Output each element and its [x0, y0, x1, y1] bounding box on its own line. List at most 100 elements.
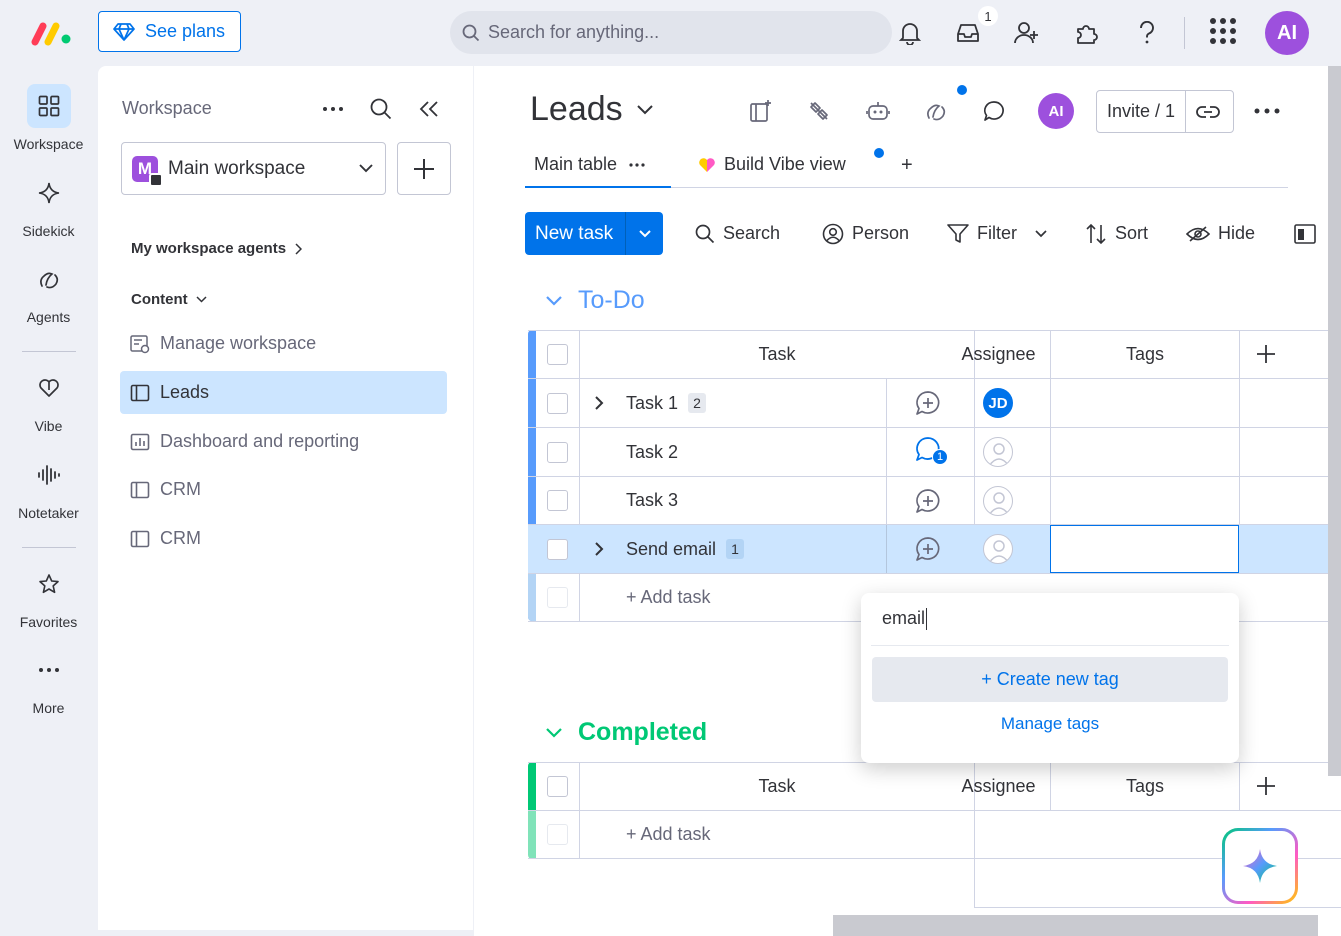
more-dots-icon[interactable]	[322, 106, 344, 112]
select-all-checkbox[interactable]	[547, 762, 568, 810]
row-checkbox[interactable]	[547, 525, 568, 573]
horizontal-scrollbar[interactable]	[833, 915, 1318, 936]
row-checkbox[interactable]	[547, 428, 568, 476]
rail-more[interactable]: More	[0, 648, 97, 716]
integrations-icon[interactable]	[804, 96, 834, 126]
help-icon[interactable]	[1132, 18, 1162, 48]
sidebar-item-crm[interactable]: CRM	[120, 468, 447, 511]
rail-workspace[interactable]: Workspace	[0, 84, 97, 152]
column-header-tags[interactable]: Tags	[1051, 330, 1239, 378]
board-sidekick-icon[interactable]	[746, 96, 776, 126]
new-task-button[interactable]: New task	[525, 212, 663, 255]
select-all-checkbox[interactable]	[547, 330, 568, 378]
assignee-avatar[interactable]: JD	[983, 379, 1013, 427]
board-more-icon[interactable]	[1252, 96, 1282, 126]
empty-assignee-avatar[interactable]	[983, 428, 1013, 476]
rail-notetaker[interactable]: Notetaker	[0, 453, 97, 521]
table-row[interactable]: Task 1 2 JD	[528, 379, 1341, 428]
add-item-button[interactable]	[397, 142, 451, 195]
layout-icon[interactable]	[1294, 212, 1316, 255]
apps-grid-icon[interactable]	[1208, 16, 1238, 46]
column-header-assignee[interactable]: Assignee	[947, 762, 1050, 810]
add-update-icon[interactable]	[915, 477, 941, 524]
board-user-avatar[interactable]: AI	[1038, 93, 1074, 129]
column-header-task[interactable]: Task	[580, 330, 974, 378]
agents-icon[interactable]	[922, 96, 952, 126]
sidebar-item-manage-workspace[interactable]: Manage workspace	[120, 322, 447, 365]
workspace-agents-section[interactable]: My workspace agents	[131, 240, 303, 257]
more-dots-icon[interactable]	[629, 162, 645, 167]
task-name[interactable]: Task 1 2	[626, 379, 707, 427]
add-view-button[interactable]: +	[901, 154, 913, 177]
add-update-icon[interactable]	[915, 525, 941, 573]
rail-favorites[interactable]: Favorites	[0, 562, 97, 630]
chevron-down-icon[interactable]	[626, 229, 651, 238]
sidebar-item-label: Manage workspace	[160, 333, 317, 353]
rail-sidekick[interactable]: Sidekick	[0, 171, 97, 239]
tab-build-vibe-view[interactable]: Build Vibe view	[698, 154, 846, 175]
global-search-input[interactable]: Search for anything...	[450, 11, 892, 54]
sidebar-item-leads[interactable]: Leads	[120, 371, 447, 414]
expand-subitems-icon[interactable]	[594, 379, 604, 427]
chevron-down-icon[interactable]	[546, 295, 562, 306]
empty-assignee-avatar[interactable]	[983, 477, 1013, 524]
task-name[interactable]: Task 2	[626, 428, 678, 476]
invite-button[interactable]: Invite / 1	[1096, 90, 1234, 133]
hide-button[interactable]: Hide	[1186, 212, 1255, 255]
updates-icon[interactable]	[979, 96, 1009, 126]
expand-subitems-icon[interactable]	[594, 525, 604, 573]
chevron-down-icon[interactable]	[546, 727, 562, 738]
search-icon[interactable]	[370, 98, 392, 120]
automations-icon[interactable]	[863, 96, 893, 126]
table-row[interactable]: Task 3	[528, 477, 1341, 525]
workspace-selector[interactable]: M Main workspace	[121, 142, 386, 195]
table-row[interactable]: Task 2 1	[528, 428, 1341, 477]
empty-assignee-avatar[interactable]	[983, 525, 1013, 573]
search-board-button[interactable]: Search	[695, 212, 780, 255]
board-title[interactable]: Leads	[530, 90, 653, 129]
vertical-scrollbar[interactable]	[1328, 66, 1341, 776]
tags-cell-editing[interactable]	[1050, 525, 1239, 573]
user-avatar[interactable]: AI	[1265, 11, 1309, 55]
add-task-input[interactable]: + Add task	[626, 574, 711, 621]
chevron-down-icon[interactable]	[1035, 229, 1047, 238]
updates-icon[interactable]: 1	[915, 428, 948, 476]
rail-vibe[interactable]: Vibe	[0, 366, 97, 434]
rail-agents[interactable]: Agents	[0, 257, 97, 325]
sidebar-item-crm[interactable]: CRM	[120, 517, 447, 560]
collapse-icon[interactable]	[419, 100, 439, 118]
task-name[interactable]: Send email 1	[626, 525, 745, 573]
task-name[interactable]: Task 3	[626, 477, 678, 524]
column-header-task[interactable]: Task	[580, 762, 974, 810]
group-title-completed[interactable]: Completed	[546, 718, 707, 747]
add-column-button[interactable]	[1240, 330, 1292, 378]
monday-logo[interactable]	[31, 20, 73, 46]
puzzle-icon[interactable]	[1072, 18, 1102, 48]
filter-button[interactable]: Filter	[947, 212, 1047, 255]
more-dots-icon	[27, 648, 71, 692]
see-plans-button[interactable]: See plans	[98, 11, 241, 52]
sort-button[interactable]: Sort	[1085, 212, 1148, 255]
person-filter-button[interactable]: Person	[822, 212, 909, 255]
invite-members-icon[interactable]	[1012, 18, 1042, 48]
create-new-tag-button[interactable]: + Create new tag	[872, 657, 1228, 702]
ai-assistant-button[interactable]	[1222, 828, 1298, 904]
content-section[interactable]: Content	[131, 291, 207, 308]
add-task-row[interactable]: + Add task	[528, 811, 1341, 859]
table-row-selected[interactable]: Send email 1	[528, 525, 1341, 574]
column-header-tags[interactable]: Tags	[1051, 762, 1239, 810]
link-icon[interactable]	[1186, 105, 1230, 119]
add-update-icon[interactable]	[915, 379, 941, 427]
bell-icon[interactable]	[895, 18, 925, 48]
column-header-assignee[interactable]: Assignee	[947, 330, 1050, 378]
tab-main-table[interactable]: Main table	[534, 154, 645, 175]
row-checkbox[interactable]	[547, 379, 568, 427]
manage-tags-link[interactable]: Manage tags	[861, 714, 1239, 734]
group-title-todo[interactable]: To-Do	[546, 286, 645, 315]
sidebar-item-dashboard[interactable]: Dashboard and reporting	[120, 420, 447, 463]
tag-search-input[interactable]: email	[882, 608, 928, 631]
inbox-icon[interactable]	[953, 18, 983, 48]
add-task-input[interactable]: + Add task	[626, 811, 711, 858]
row-checkbox[interactable]	[547, 477, 568, 524]
add-column-button[interactable]	[1240, 762, 1292, 810]
